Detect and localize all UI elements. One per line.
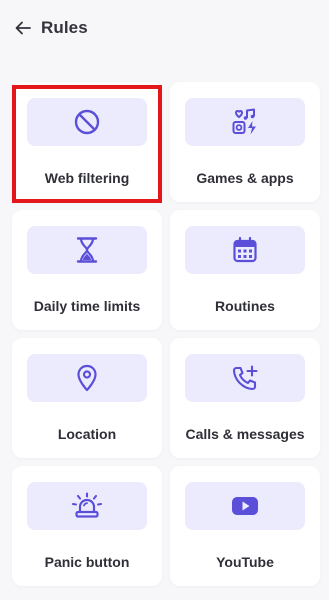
rule-card-calls-messages[interactable]: Calls & messages bbox=[170, 338, 320, 458]
hourglass-icon bbox=[75, 236, 99, 264]
games-apps-icon bbox=[230, 107, 260, 137]
rule-label: Panic button bbox=[44, 554, 130, 570]
rule-label: Daily time limits bbox=[33, 298, 141, 314]
icon-tile bbox=[27, 482, 147, 530]
rule-label: Games & apps bbox=[196, 170, 294, 186]
phone-plus-icon bbox=[231, 364, 259, 392]
location-pin-icon bbox=[76, 364, 98, 392]
calendar-icon bbox=[232, 236, 258, 264]
icon-tile bbox=[185, 482, 305, 530]
rule-card-youtube[interactable]: YouTube bbox=[170, 466, 320, 586]
rule-label: Routines bbox=[215, 298, 275, 314]
arrow-left-icon bbox=[15, 21, 31, 35]
icon-tile bbox=[185, 354, 305, 402]
rule-card-games-apps[interactable]: Games & apps bbox=[170, 82, 320, 202]
rule-card-web-filtering[interactable]: Web filtering bbox=[12, 82, 162, 202]
youtube-icon bbox=[231, 495, 259, 517]
rule-card-daily-time-limits[interactable]: Daily time limits bbox=[12, 210, 162, 330]
rule-label: Web filtering bbox=[44, 170, 130, 186]
page-title: Rules bbox=[41, 18, 88, 37]
rule-label: YouTube bbox=[216, 554, 274, 570]
header: Rules bbox=[0, 0, 329, 56]
rule-card-routines[interactable]: Routines bbox=[170, 210, 320, 330]
back-button[interactable] bbox=[13, 18, 33, 38]
icon-tile bbox=[27, 354, 147, 402]
rule-label: Location bbox=[57, 426, 117, 442]
block-icon bbox=[73, 108, 101, 136]
siren-icon bbox=[71, 492, 103, 520]
rule-label: Calls & messages bbox=[185, 426, 305, 442]
icon-tile bbox=[185, 226, 305, 274]
rule-card-location[interactable]: Location bbox=[12, 338, 162, 458]
icon-tile bbox=[185, 98, 305, 146]
icon-tile bbox=[27, 98, 147, 146]
icon-tile bbox=[27, 226, 147, 274]
rules-grid: Web filtering Games & apps Daily time li… bbox=[12, 82, 320, 586]
rule-card-panic-button[interactable]: Panic button bbox=[12, 466, 162, 586]
